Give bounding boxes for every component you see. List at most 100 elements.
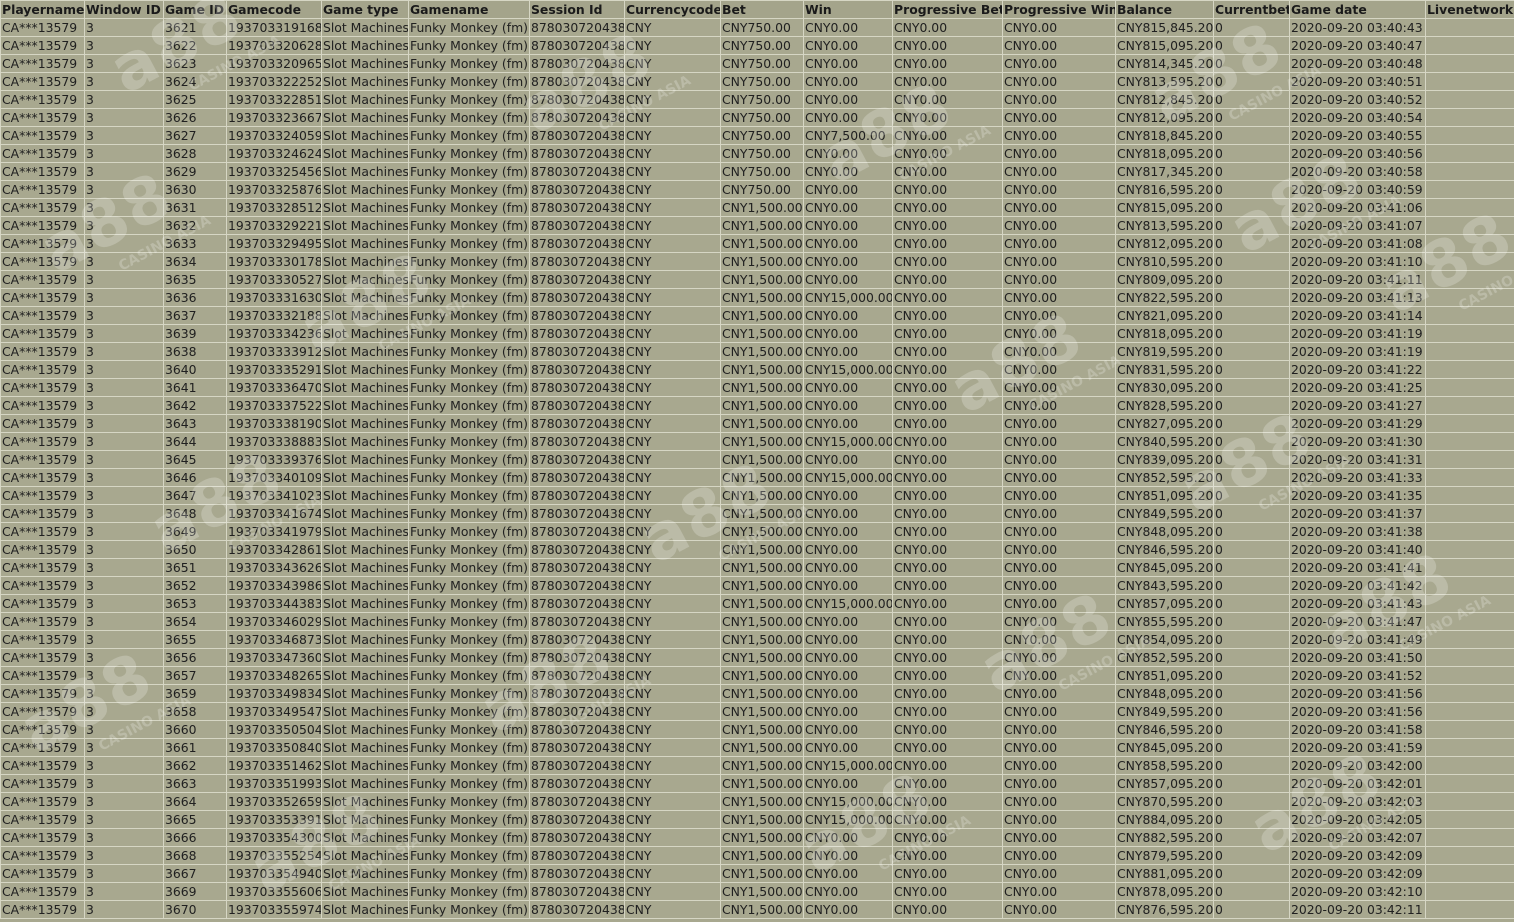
table-row[interactable]: CA***13579 3 3653 193703344383 Slot Machines…: [0, 594, 1514, 613]
cell-currencycode[interactable]: CNY: [624, 270, 721, 289]
column-header-game-date[interactable]: Game date: [1289, 0, 1426, 19]
cell-session-id[interactable]: 878030720438: [529, 360, 625, 379]
cell-bet[interactable]: CNY1,500.00: [720, 648, 804, 667]
cell-game-id[interactable]: 3652: [163, 576, 227, 595]
cell-currentbet[interactable]: 0: [1213, 234, 1290, 253]
cell-balance[interactable]: CNY830,095.20: [1115, 378, 1214, 397]
cell-gamename[interactable]: Funky Monkey (fm): [408, 144, 530, 163]
cell-game-type[interactable]: Slot Machines: [321, 612, 409, 631]
cell-window-id[interactable]: 3: [84, 216, 164, 235]
cell-window-id[interactable]: 3: [84, 324, 164, 343]
cell-currentbet[interactable]: 0: [1213, 504, 1290, 523]
cell-gamename[interactable]: Funky Monkey (fm): [408, 648, 530, 667]
cell-window-id[interactable]: 3: [84, 72, 164, 91]
cell-gamename[interactable]: Funky Monkey (fm): [408, 288, 530, 307]
cell-balance[interactable]: CNY849,595.20: [1115, 504, 1214, 523]
cell-livenetwork[interactable]: [1425, 180, 1514, 199]
cell-game-date[interactable]: 2020-09-20 03:41:07: [1289, 216, 1426, 235]
cell-gamename[interactable]: Funky Monkey (fm): [408, 576, 530, 595]
cell-progressive-bet[interactable]: CNY0.00: [892, 846, 1003, 865]
cell-balance[interactable]: CNY813,595.20: [1115, 216, 1214, 235]
cell-progressive-bet[interactable]: CNY0.00: [892, 360, 1003, 379]
cell-currencycode[interactable]: CNY: [624, 882, 721, 901]
cell-gamename[interactable]: Funky Monkey (fm): [408, 522, 530, 541]
table-row[interactable]: CA***13579 3 3632 193703329221 Slot Machines…: [0, 216, 1514, 235]
cell-session-id[interactable]: 878030720438: [529, 612, 625, 631]
cell-gamecode[interactable]: 193703346029: [226, 612, 322, 631]
cell-session-id[interactable]: 878030720438: [529, 900, 625, 919]
cell-session-id[interactable]: 878030720438: [529, 432, 625, 451]
cell-game-id[interactable]: 3663: [163, 774, 227, 793]
cell-balance[interactable]: CNY876,595.20: [1115, 900, 1214, 919]
cell-currentbet[interactable]: 0: [1213, 594, 1290, 613]
cell-playername[interactable]: CA***13579: [0, 432, 85, 451]
cell-progressive-bet[interactable]: CNY0.00: [892, 54, 1003, 73]
cell-gamename[interactable]: Funky Monkey (fm): [408, 882, 530, 901]
cell-session-id[interactable]: 878030720438: [529, 504, 625, 523]
cell-session-id[interactable]: 878030720438: [529, 468, 625, 487]
cell-window-id[interactable]: 3: [84, 522, 164, 541]
cell-bet[interactable]: CNY1,500.00: [720, 504, 804, 523]
cell-game-id[interactable]: 3643: [163, 414, 227, 433]
cell-game-type[interactable]: Slot Machines: [321, 738, 409, 757]
cell-currencycode[interactable]: CNY: [624, 216, 721, 235]
cell-game-type[interactable]: Slot Machines: [321, 180, 409, 199]
cell-progressive-win[interactable]: CNY0.00: [1002, 594, 1116, 613]
cell-currentbet[interactable]: 0: [1213, 162, 1290, 181]
cell-currencycode[interactable]: CNY: [624, 576, 721, 595]
cell-currentbet[interactable]: 0: [1213, 828, 1290, 847]
cell-game-id[interactable]: 3631: [163, 198, 227, 217]
cell-gamecode[interactable]: 193703335291: [226, 360, 322, 379]
cell-livenetwork[interactable]: [1425, 846, 1514, 865]
cell-game-id[interactable]: 3659: [163, 684, 227, 703]
cell-livenetwork[interactable]: [1425, 126, 1514, 145]
cell-progressive-win[interactable]: CNY0.00: [1002, 36, 1116, 55]
cell-window-id[interactable]: 3: [84, 90, 164, 109]
cell-currencycode[interactable]: CNY: [624, 684, 721, 703]
cell-game-id[interactable]: 3669: [163, 882, 227, 901]
cell-playername[interactable]: CA***13579: [0, 576, 85, 595]
cell-game-id[interactable]: 3656: [163, 648, 227, 667]
cell-session-id[interactable]: 878030720438: [529, 738, 625, 757]
cell-gamecode[interactable]: 193703329495: [226, 234, 322, 253]
cell-game-type[interactable]: Slot Machines: [321, 630, 409, 649]
cell-gamecode[interactable]: 193703339376: [226, 450, 322, 469]
cell-gamecode[interactable]: 193703332188: [226, 306, 322, 325]
cell-win[interactable]: CNY0.00: [803, 864, 893, 883]
cell-session-id[interactable]: 878030720438: [529, 162, 625, 181]
table-row[interactable]: CA***13579 3 3647 193703341023 Slot Machines…: [0, 486, 1514, 505]
cell-currencycode[interactable]: CNY: [624, 522, 721, 541]
cell-game-id[interactable]: 3646: [163, 468, 227, 487]
cell-session-id[interactable]: 878030720438: [529, 144, 625, 163]
cell-game-date[interactable]: 2020-09-20 03:40:47: [1289, 36, 1426, 55]
cell-window-id[interactable]: 3: [84, 720, 164, 739]
cell-game-id[interactable]: 3624: [163, 72, 227, 91]
cell-currencycode[interactable]: CNY: [624, 324, 721, 343]
cell-game-date[interactable]: 2020-09-20 03:41:50: [1289, 648, 1426, 667]
cell-progressive-bet[interactable]: CNY0.00: [892, 36, 1003, 55]
cell-bet[interactable]: CNY1,500.00: [720, 414, 804, 433]
cell-currentbet[interactable]: 0: [1213, 612, 1290, 631]
cell-gamecode[interactable]: 193703319168: [226, 18, 322, 37]
cell-balance[interactable]: CNY815,095.20: [1115, 36, 1214, 55]
cell-window-id[interactable]: 3: [84, 360, 164, 379]
cell-currencycode[interactable]: CNY: [624, 90, 721, 109]
cell-gamecode[interactable]: 193703330527: [226, 270, 322, 289]
cell-playername[interactable]: CA***13579: [0, 126, 85, 145]
cell-progressive-bet[interactable]: CNY0.00: [892, 648, 1003, 667]
cell-game-type[interactable]: Slot Machines: [321, 306, 409, 325]
cell-win[interactable]: CNY0.00: [803, 846, 893, 865]
cell-window-id[interactable]: 3: [84, 756, 164, 775]
cell-currentbet[interactable]: 0: [1213, 306, 1290, 325]
cell-bet[interactable]: CNY1,500.00: [720, 468, 804, 487]
cell-win[interactable]: CNY0.00: [803, 882, 893, 901]
cell-livenetwork[interactable]: [1425, 486, 1514, 505]
cell-game-date[interactable]: 2020-09-20 03:40:54: [1289, 108, 1426, 127]
cell-balance[interactable]: CNY882,595.20: [1115, 828, 1214, 847]
cell-win[interactable]: CNY0.00: [803, 378, 893, 397]
cell-livenetwork[interactable]: [1425, 558, 1514, 577]
cell-progressive-bet[interactable]: CNY0.00: [892, 414, 1003, 433]
cell-bet[interactable]: CNY1,500.00: [720, 342, 804, 361]
cell-session-id[interactable]: 878030720438: [529, 882, 625, 901]
cell-progressive-win[interactable]: CNY0.00: [1002, 864, 1116, 883]
